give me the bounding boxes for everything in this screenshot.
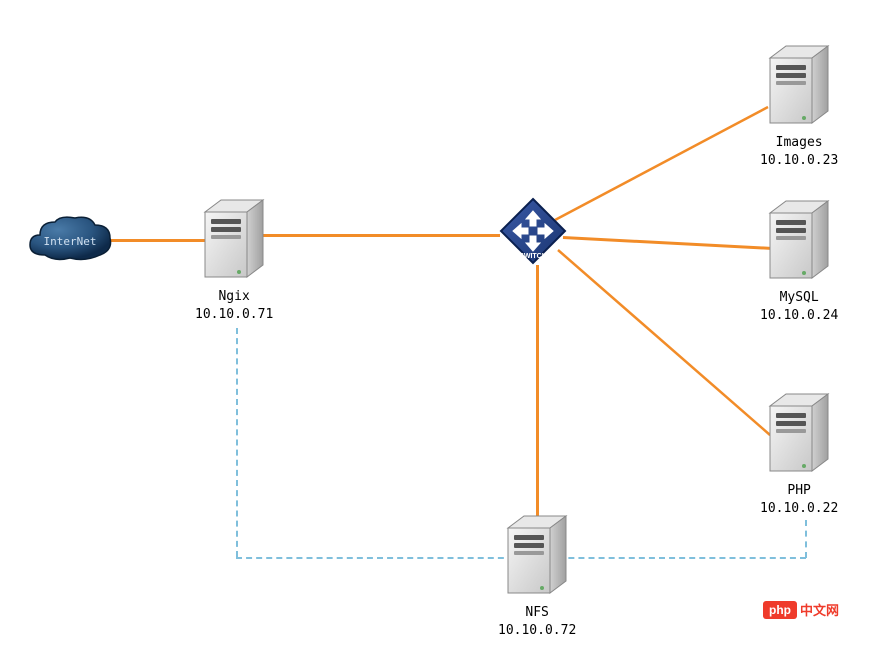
- server-icon: [500, 510, 575, 600]
- label-nfs: NFS 10.10.0.72: [498, 604, 576, 639]
- node-images: Images 10.10.0.23: [760, 40, 838, 169]
- node-internet: InterNet: [25, 210, 115, 270]
- link-switch-nfs: [536, 265, 539, 523]
- svg-text:SWITCH: SWITCH: [519, 253, 547, 260]
- watermark-logo: php: [763, 601, 797, 619]
- server-icon: [197, 194, 272, 284]
- label-images: Images 10.10.0.23: [760, 134, 838, 169]
- link-dash-php-down: [805, 520, 807, 558]
- server-icon: [762, 40, 837, 130]
- link-switch-php: [0, 0, 869, 649]
- svg-text:InterNet: InterNet: [44, 235, 97, 248]
- label-mysql: MySQL 10.10.0.24: [760, 289, 838, 324]
- node-switch: SWITCH: [498, 196, 568, 266]
- server-icon: [762, 388, 837, 478]
- server-icon: [762, 195, 837, 285]
- node-nginx: Ngix 10.10.0.71: [195, 194, 273, 323]
- link-dash-nginx-down: [236, 328, 238, 557]
- cloud-icon: InterNet: [25, 210, 115, 270]
- label-nginx: Ngix 10.10.0.71: [195, 288, 273, 323]
- node-mysql: MySQL 10.10.0.24: [760, 195, 838, 324]
- watermark: php 中文网: [763, 600, 839, 619]
- switch-icon: SWITCH: [498, 196, 568, 266]
- watermark-text: 中文网: [800, 600, 839, 619]
- node-nfs: NFS 10.10.0.72: [498, 510, 576, 639]
- label-php: PHP 10.10.0.22: [760, 482, 838, 517]
- node-php: PHP 10.10.0.22: [760, 388, 838, 517]
